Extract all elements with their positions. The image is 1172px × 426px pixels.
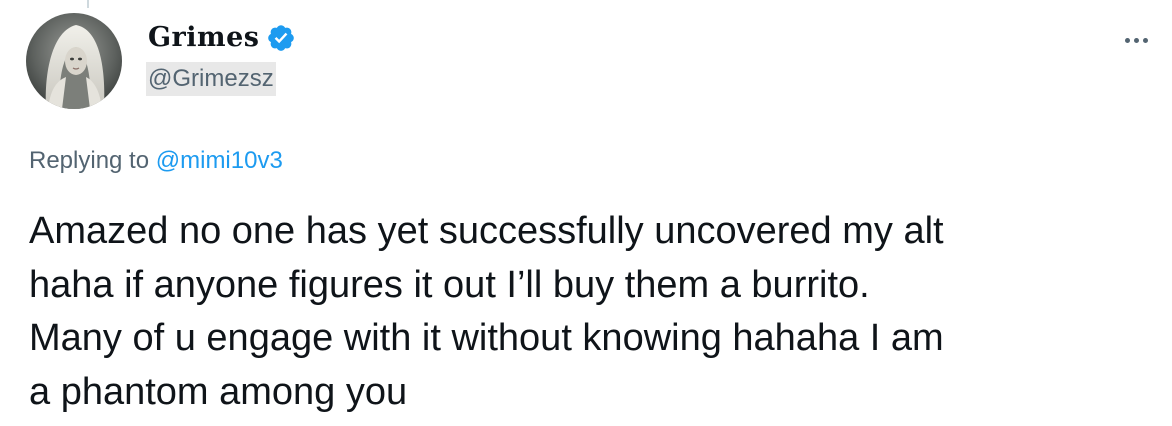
author-name-row: Grimes: [148, 22, 296, 54]
tweet-text-line: Many of u engage with it without knowing…: [29, 317, 944, 359]
more-icon-dot: [1142, 37, 1148, 43]
thread-connector-line: [87, 0, 89, 8]
more-options-button[interactable]: [1116, 28, 1156, 52]
tweet-text-line: haha if anyone figures it out I’ll buy t…: [29, 263, 870, 306]
author-handle[interactable]: @Grimezsz: [146, 62, 276, 96]
hooded-figure-avatar-icon: [26, 13, 122, 109]
tweet-text: Amazed no one has yet successfully uncov…: [29, 205, 1154, 419]
avatar[interactable]: [26, 13, 122, 109]
verified-badge-icon[interactable]: [266, 23, 296, 53]
reply-mention-link[interactable]: @mimi10v3: [156, 147, 283, 174]
tweet-text-line: a phantom among you: [29, 370, 408, 413]
more-icon-dot: [1124, 37, 1130, 43]
replying-to-label: Replying to: [29, 147, 150, 174]
tweet-card: Grimes @Grimezsz Replying to @mimi10v3 A…: [0, 0, 1172, 426]
tweet-text-line: Amazed no one has yet successfully uncov…: [29, 210, 944, 252]
more-icon-dot: [1133, 37, 1139, 43]
replying-to-line: Replying to @mimi10v3: [29, 146, 283, 176]
display-name[interactable]: Grimes: [148, 22, 260, 54]
